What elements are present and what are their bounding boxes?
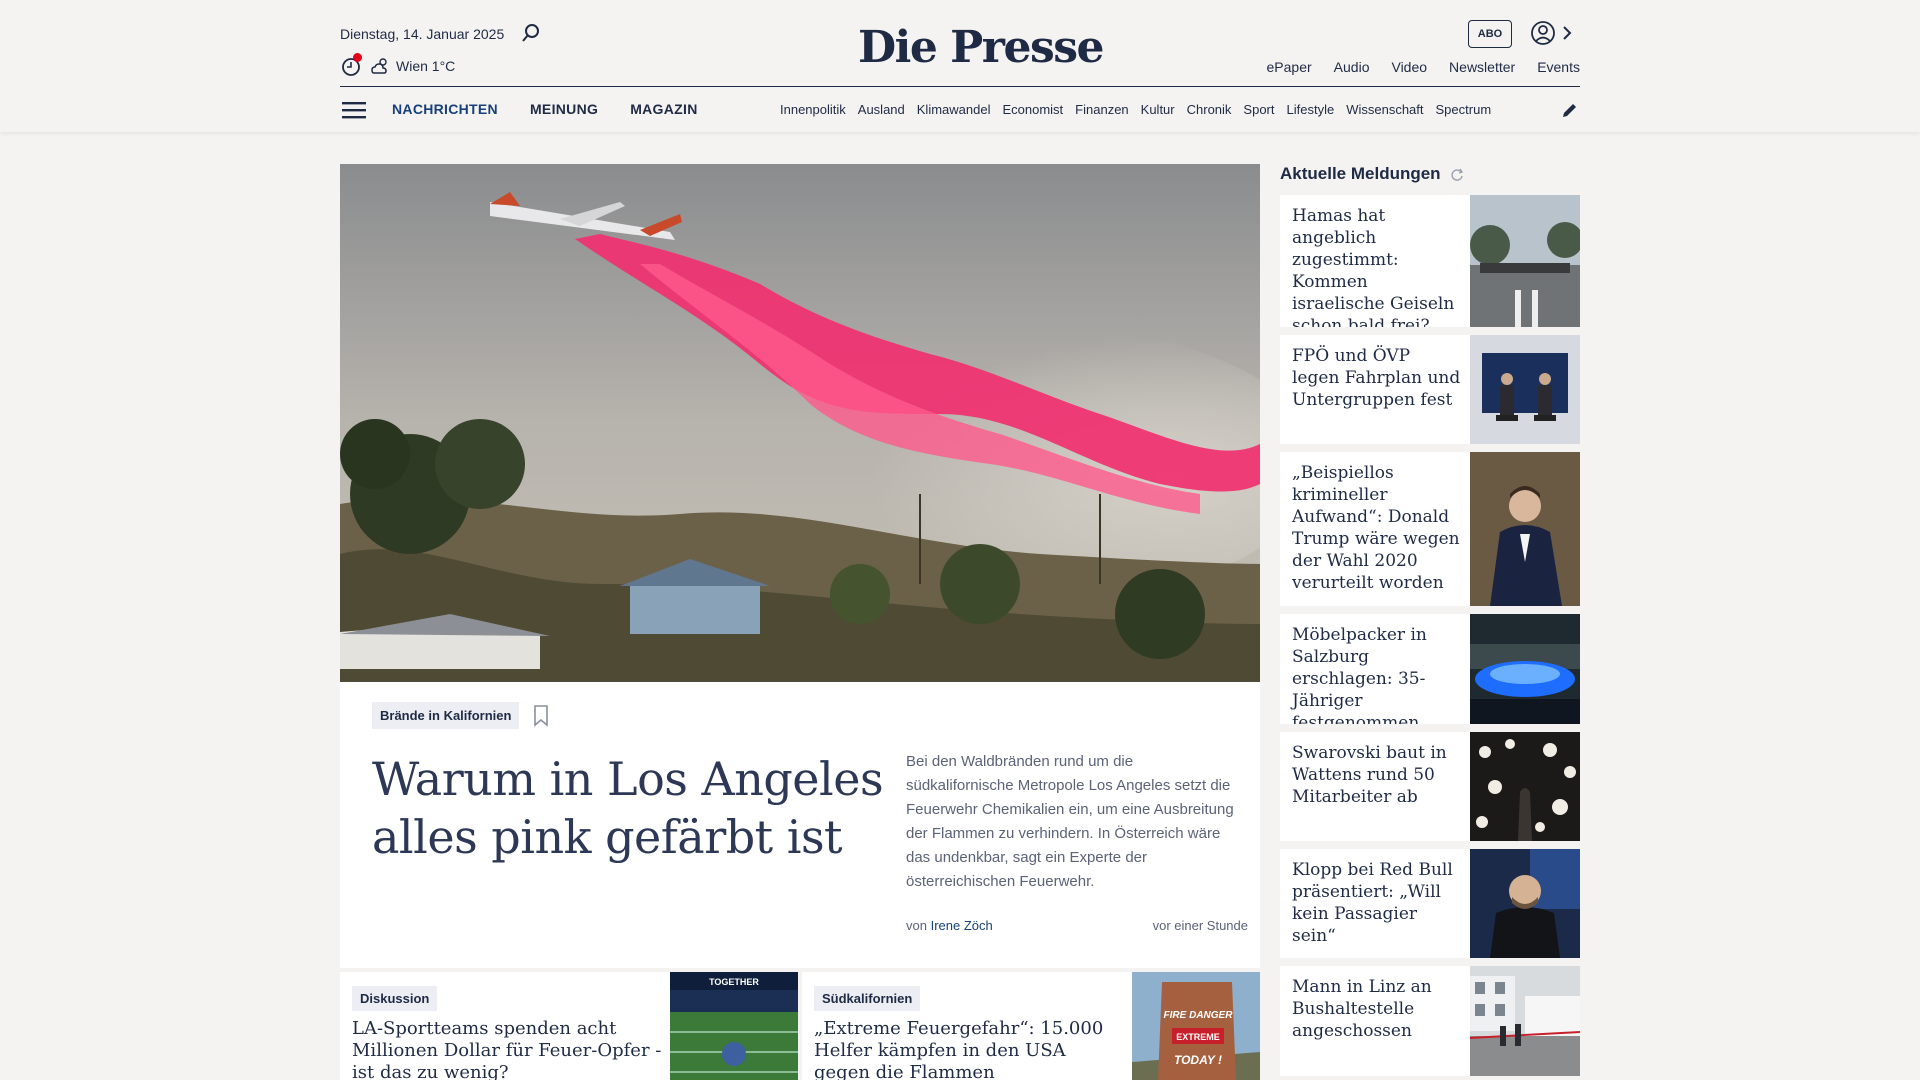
news-thumb-bus-stop[interactable] xyxy=(1470,966,1580,1076)
notification-dot xyxy=(353,53,362,62)
subnav-finanzen[interactable]: Finanzen xyxy=(1075,102,1128,117)
section-nav: Innenpolitik Ausland Klimawandel Economi… xyxy=(780,102,1540,117)
news-thumb-street-crowd[interactable] xyxy=(1470,195,1580,327)
news-thumb-press-conference[interactable] xyxy=(1470,335,1580,444)
hero-image[interactable] xyxy=(340,164,1260,682)
subnav-spectrum[interactable]: Spectrum xyxy=(1436,102,1492,117)
subnav-klimawandel[interactable]: Klimawandel xyxy=(917,102,991,117)
toplink-events[interactable]: Events xyxy=(1537,59,1580,75)
search-icon[interactable] xyxy=(520,22,542,44)
pencil-icon[interactable] xyxy=(1560,100,1580,120)
subnav-sport[interactable]: Sport xyxy=(1243,102,1274,117)
weather-label[interactable]: Wien 1°C xyxy=(396,58,455,74)
toplink-epaper[interactable]: ePaper xyxy=(1267,59,1312,75)
news-item-title[interactable]: „Beispiellos krimineller Aufwand“: Donal… xyxy=(1292,462,1462,594)
hero-kicker[interactable]: Brände in Kalifornien xyxy=(372,702,520,729)
news-item-title[interactable]: Klopp bei Red Bull präsentiert: „Will ke… xyxy=(1292,859,1462,947)
secondary-image-stadium[interactable]: TOGETHER xyxy=(670,972,798,1080)
news-item[interactable]: Hamas hat angeblich zugestimmt: Kommen i… xyxy=(1280,195,1580,327)
secondary-kicker[interactable]: Diskussion xyxy=(352,986,438,1011)
news-item[interactable]: Möbelpacker in Salzburg erschlagen: 35-J… xyxy=(1280,614,1580,724)
news-item-title[interactable]: Möbelpacker in Salzburg erschlagen: 35-J… xyxy=(1292,624,1462,724)
stadium-banner-text: TOGETHER xyxy=(709,977,759,987)
news-item[interactable]: Klopp bei Red Bull präsentiert: „Will ke… xyxy=(1280,849,1580,958)
secondary-headline[interactable]: LA-Sportteams spenden acht Millionen Dol… xyxy=(352,1018,662,1080)
news-item-title[interactable]: Swarovski baut in Wattens rund 50 Mitarb… xyxy=(1292,742,1462,808)
hero-teaser: Bei den Waldbränden rund um die südkalif… xyxy=(906,753,1234,890)
nav-meinung[interactable]: MEINUNG xyxy=(530,101,598,117)
news-item-title[interactable]: Mann in Linz an Bushaltestelle angeschos… xyxy=(1292,976,1462,1042)
news-item-title[interactable]: Hamas hat angeblich zugestimmt: Kommen i… xyxy=(1292,205,1462,327)
main-nav: NACHRICHTEN MEINUNG MAGAZIN xyxy=(392,101,698,117)
news-thumb-portrait-suit[interactable] xyxy=(1470,452,1580,606)
news-item[interactable]: „Beispiellos krimineller Aufwand“: Donal… xyxy=(1280,452,1580,606)
nav-divider xyxy=(340,86,1580,87)
sign-fire-danger-text: FIRE DANGER xyxy=(1164,1010,1234,1021)
hero-byline: von Irene Zöch xyxy=(906,918,993,933)
news-item[interactable]: FPÖ und ÖVP legen Fahrplan und Untergrup… xyxy=(1280,335,1580,444)
top-links: ePaper Audio Video Newsletter Events xyxy=(1267,59,1580,75)
hero-headline[interactable]: Warum in Los Angeles alles pink gefärbt … xyxy=(372,750,892,866)
subnav-kultur[interactable]: Kultur xyxy=(1141,102,1175,117)
subnav-lifestyle[interactable]: Lifestyle xyxy=(1287,102,1335,117)
secondary-headline[interactable]: „Extreme Feuergefahr“: 15.000 Helfer käm… xyxy=(814,1018,1124,1080)
chevron-right-icon[interactable] xyxy=(1560,24,1574,42)
hero-article[interactable]: Brände in Kalifornien Warum in Los Angel… xyxy=(340,164,1260,968)
byline-author[interactable]: Irene Zöch xyxy=(931,918,993,933)
subnav-ausland[interactable]: Ausland xyxy=(858,102,905,117)
sign-extreme-text: EXTREME xyxy=(1176,1032,1220,1042)
secondary-image-fire-sign[interactable]: FIRE DANGER EXTREME TODAY ! xyxy=(1132,972,1260,1080)
toplink-video[interactable]: Video xyxy=(1391,59,1427,75)
user-icon[interactable] xyxy=(1530,20,1556,46)
byline-prefix: von xyxy=(906,918,927,933)
subnav-chronik[interactable]: Chronik xyxy=(1187,102,1232,117)
site-header: Dienstag, 14. Januar 2025 Wien 1°C Die P… xyxy=(0,0,1920,132)
hero-timestamp: vor einer Stunde xyxy=(1152,918,1248,933)
news-item[interactable]: Mann in Linz an Bushaltestelle angeschos… xyxy=(1280,966,1580,1076)
news-heading[interactable]: Aktuelle Meldungen xyxy=(1280,164,1441,184)
menu-icon[interactable] xyxy=(342,100,366,120)
site-logo[interactable]: Die Presse xyxy=(858,22,1104,73)
refresh-icon[interactable] xyxy=(1450,168,1464,182)
weather-cloudy-icon xyxy=(371,58,387,74)
subnav-economist[interactable]: Economist xyxy=(1002,102,1063,117)
news-thumb-crystals[interactable] xyxy=(1470,732,1580,841)
current-date: Dienstag, 14. Januar 2025 xyxy=(340,26,505,42)
header-inner: Dienstag, 14. Januar 2025 Wien 1°C Die P… xyxy=(340,0,1580,132)
news-item-title[interactable]: FPÖ und ÖVP legen Fahrplan und Untergrup… xyxy=(1292,345,1462,411)
subnav-wissenschaft[interactable]: Wissenschaft xyxy=(1346,102,1423,117)
secondary-kicker[interactable]: Südkalifornien xyxy=(814,986,921,1011)
abo-button[interactable]: ABO xyxy=(1468,20,1512,48)
bookmark-icon[interactable] xyxy=(532,704,550,728)
subnav-innenpolitik[interactable]: Innenpolitik xyxy=(780,102,846,117)
toplink-audio[interactable]: Audio xyxy=(1334,59,1370,75)
sign-today-text: TODAY ! xyxy=(1174,1053,1222,1067)
news-item[interactable]: Swarovski baut in Wattens rund 50 Mitarb… xyxy=(1280,732,1580,841)
news-thumb-police-light[interactable] xyxy=(1470,614,1580,724)
nav-magazin[interactable]: MAGAZIN xyxy=(630,101,697,117)
news-thumb-klopp[interactable] xyxy=(1470,849,1580,958)
toplink-newsletter[interactable]: Newsletter xyxy=(1449,59,1515,75)
nav-nachrichten[interactable]: NACHRICHTEN xyxy=(392,101,498,117)
